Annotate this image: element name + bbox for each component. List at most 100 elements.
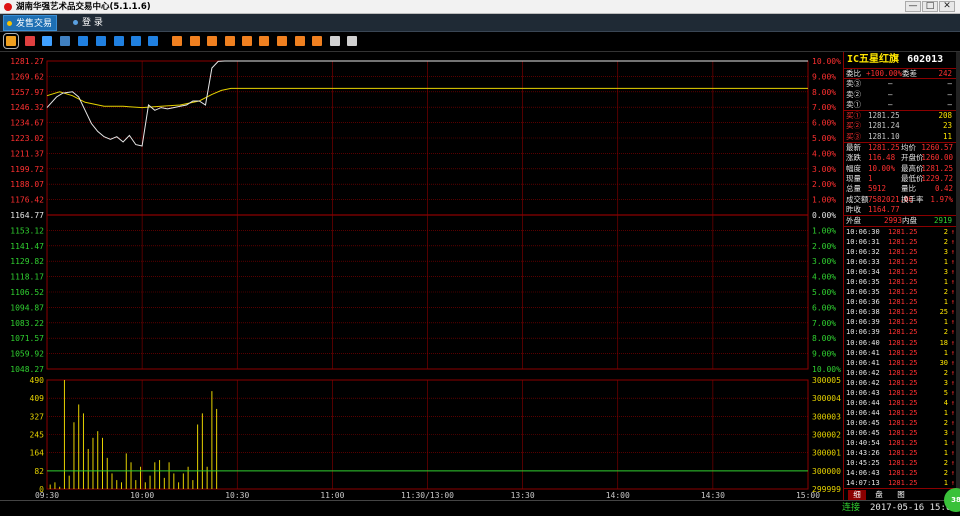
stat-label: 最新 (846, 143, 861, 153)
order-icon-4[interactable] (225, 36, 235, 46)
export-icon[interactable] (148, 36, 158, 46)
up-arrow-icon: ↑ (950, 449, 955, 458)
order-icon-3[interactable] (207, 36, 217, 46)
pct-tick-label: 10.00% (812, 365, 841, 374)
time-axis-label: 13:30 (511, 491, 535, 499)
pct-tick-label: 5.00% (812, 288, 836, 297)
volume-right-tick-label: 299999 (812, 485, 841, 494)
trade-price: 1281.25 (888, 418, 918, 427)
minimize-button[interactable]: — (905, 1, 921, 12)
up-arrow-icon: ↑ (950, 469, 955, 478)
trade-price: 1281.25 (888, 238, 918, 247)
stock-name: IC五星红旗 (847, 54, 900, 65)
order-icon-8[interactable] (295, 36, 305, 46)
refresh-icon[interactable] (114, 36, 124, 46)
price-tick-label: 1246.32 (10, 103, 44, 112)
neipan-value: 2919 (933, 216, 952, 226)
tab-login[interactable]: 登 录 (70, 15, 107, 31)
order-icon-1[interactable] (172, 36, 182, 46)
close-button[interactable]: ✕ (939, 1, 955, 12)
up-arrow-icon: ↑ (950, 288, 955, 297)
volume-tick-label: 490 (30, 376, 45, 385)
grid-icon[interactable] (96, 36, 106, 46)
up-arrow-icon: ↑ (950, 398, 955, 407)
trade-row: 10:06:36 1281.25 1 ↑ (844, 297, 957, 307)
buy-level-volume: 208 (938, 111, 952, 121)
stat-label: 幅度 (846, 163, 861, 173)
price-tick-label: 1176.42 (10, 196, 44, 205)
stat-value: 10.00% (868, 163, 896, 173)
trade-price: 1281.25 (888, 258, 918, 267)
stat-row: 总量 5912 量比 0.42 (844, 184, 956, 194)
trade-time: 10:06:34 (846, 268, 880, 277)
pct-tick-label: 8.00% (812, 88, 836, 97)
sell-level-price: — (888, 79, 893, 89)
pct-tick-label: 0.00% (812, 211, 836, 220)
stat-label-2: 量比 (901, 184, 916, 194)
price-tick-label: 1094.87 (10, 303, 44, 312)
order-icon-9[interactable] (312, 36, 322, 46)
trade-time: 10:06:30 (846, 228, 880, 236)
order-icon-7[interactable] (277, 36, 287, 46)
volume-tick-label: 245 (30, 431, 45, 440)
tab-detail[interactable]: 细 (848, 490, 866, 500)
volume-right-tick-label: 300002 (812, 431, 841, 440)
trade-row: 10:43:26 1281.25 1 ↑ (844, 448, 957, 458)
stat-label: 成交额 (846, 194, 869, 204)
trade-time: 10:06:44 (846, 398, 880, 407)
trade-volume: 25 (939, 308, 948, 317)
trade-volume: 1 (943, 298, 948, 307)
buy-level-price: 1281.10 (868, 131, 900, 141)
volume-right-tick-label: 300000 (812, 467, 841, 476)
pct-tick-label: 2.00% (812, 180, 836, 189)
trade-list[interactable]: 10:06:30 1281.25 2 ↑ 10:06:31 1281.25 2 ↑ 10:06:… (844, 226, 957, 488)
tab-book[interactable]: 盘 (870, 490, 888, 500)
trade-time: 10:06:38 (846, 308, 880, 317)
up-arrow-icon: ↑ (950, 368, 955, 377)
tab-trade[interactable]: 发售交易 (3, 15, 58, 31)
trade-row: 10:06:35 1281.25 2 ↑ (844, 287, 957, 297)
trade-volume: 1 (943, 348, 948, 357)
time-axis-label: 10:00 (130, 491, 154, 499)
order-icon-6[interactable] (259, 36, 269, 46)
weibi-row: 委比 +100.00% 委差 242 (844, 68, 956, 78)
scrollbar[interactable] (956, 52, 960, 500)
stat-label-2: 最高价 (901, 163, 924, 173)
price-tick-label: 1118.17 (10, 273, 44, 282)
stat-label-2: 最低价 (901, 173, 924, 183)
trade-price: 1281.25 (888, 348, 918, 357)
volume-tick-label: 409 (30, 394, 45, 403)
settings-icon[interactable] (347, 36, 357, 46)
buy-level-label: 买② (846, 121, 861, 131)
timeshare-chart: 1281.27 10.00% 1269.62 9.00% 1257.97 8.00% 124… (0, 52, 843, 500)
stat-value: 116.48 (868, 153, 896, 163)
price-tick-label: 1083.22 (10, 319, 44, 328)
report-icon[interactable] (131, 36, 141, 46)
order-icon-5[interactable] (242, 36, 252, 46)
trade-volume: 2 (943, 288, 948, 297)
trade-time: 10:06:35 (846, 278, 880, 287)
pct-tick-label: 9.00% (812, 72, 836, 81)
maximize-button[interactable]: □ (922, 1, 938, 12)
timeshare-icon[interactable] (3, 33, 19, 49)
kline-icon[interactable] (25, 36, 35, 46)
trade-time: 10:45:25 (846, 459, 880, 468)
edit-icon[interactable] (330, 36, 340, 46)
order-icon-2[interactable] (190, 36, 200, 46)
bars-icon[interactable] (42, 36, 52, 46)
up-arrow-icon: ↑ (950, 418, 955, 427)
trade-row: 10:06:44 1281.25 1 ↑ (844, 408, 957, 418)
up-arrow-icon: ↑ (950, 428, 955, 437)
buy-level-label: 买① (846, 111, 861, 121)
stat-label-2: 换手率 (901, 194, 924, 204)
buy-levels: 买① 1281.25 208 买② 1281.24 23 买③ 1281.10 11 (844, 110, 956, 142)
pct-tick-label: 4.00% (812, 273, 836, 282)
tab-chart[interactable]: 图 (892, 490, 910, 500)
list-icon[interactable] (78, 36, 88, 46)
trade-volume: 5 (943, 388, 948, 397)
pct-tick-label: 7.00% (812, 103, 836, 112)
calendar-icon[interactable] (60, 36, 70, 46)
sell-level-row: 卖① — — (844, 100, 956, 110)
sell-level-price: — (888, 99, 893, 109)
trade-price: 1281.25 (888, 459, 918, 468)
